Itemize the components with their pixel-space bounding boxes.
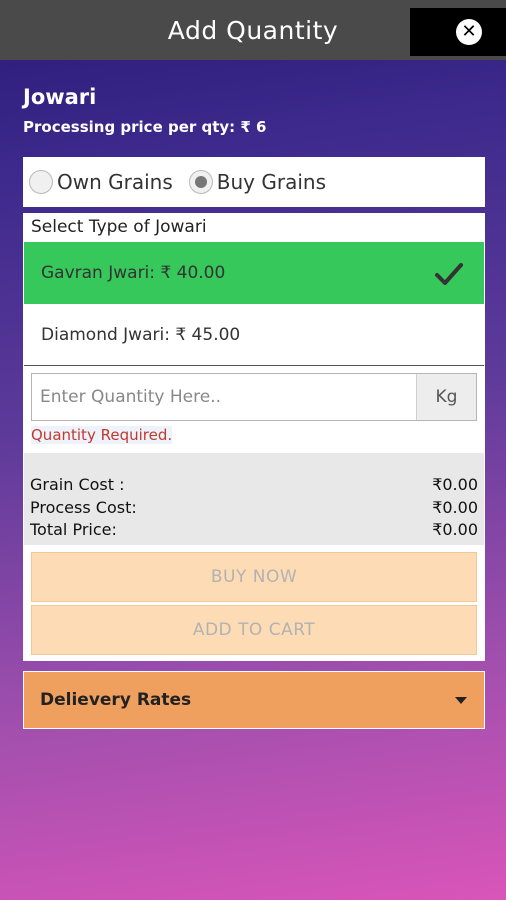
process-cost-label: Process Cost:: [30, 498, 137, 517]
delivery-rates-label: Delievery Rates: [40, 690, 192, 710]
delivery-rates-dropdown[interactable]: Delievery Rates: [23, 671, 485, 729]
grain-cost-value: ₹0.00: [432, 475, 478, 494]
radio-selected-icon[interactable]: [188, 170, 213, 194]
total-price-label: Total Price:: [30, 520, 117, 539]
total-price-row: Total Price: ₹0.00: [30, 520, 478, 539]
checkmark-icon: [435, 263, 463, 285]
grain-cost-row: Grain Cost : ₹0.00: [30, 475, 478, 494]
total-price-value: ₹0.00: [432, 520, 478, 539]
grain-cost-label: Grain Cost :: [30, 475, 125, 494]
option-gavran-jwari-label: Gavran Jwari: ₹ 40.00: [41, 263, 226, 283]
unit-label: Kg: [416, 374, 476, 420]
radio-buy-grains[interactable]: Buy Grains: [188, 170, 326, 194]
quantity-input[interactable]: [32, 374, 416, 420]
add-to-cart-button[interactable]: ADD TO CART: [31, 605, 477, 655]
option-gavran-jwari[interactable]: Gavran Jwari: ₹ 40.00: [24, 242, 484, 304]
radio-unselected-icon[interactable]: [29, 170, 53, 194]
caret-down-icon: [455, 697, 467, 704]
purchase-panel: Select Type of Jowari Gavran Jwari: ₹ 40…: [23, 213, 485, 661]
buy-now-button[interactable]: BUY NOW: [31, 552, 477, 602]
cost-summary: Grain Cost : ₹0.00 Process Cost: ₹0.00 T…: [24, 453, 484, 545]
product-name: Jowari: [23, 85, 97, 109]
close-button[interactable]: ✕: [410, 8, 506, 56]
processing-price: Processing price per qty: ₹ 6: [23, 118, 267, 136]
radio-buy-grains-label: Buy Grains: [216, 170, 326, 194]
option-diamond-jwari[interactable]: Diamond Jwari: ₹ 45.00: [24, 304, 484, 366]
option-diamond-jwari-label: Diamond Jwari: ₹ 45.00: [41, 324, 241, 345]
page-title: Add Quantity: [167, 15, 339, 45]
quantity-error: Quantity Required.: [31, 426, 173, 444]
process-cost-row: Process Cost: ₹0.00: [30, 498, 478, 517]
grain-source-options: Own Grains Buy Grains: [23, 157, 485, 207]
select-type-label: Select Type of Jowari: [31, 217, 207, 237]
app-header: Add Quantity ✕: [0, 0, 506, 60]
close-icon[interactable]: ✕: [456, 19, 482, 45]
radio-own-grains[interactable]: Own Grains: [29, 170, 173, 194]
radio-own-grains-label: Own Grains: [57, 170, 173, 194]
quantity-field-group: Kg: [31, 373, 477, 421]
process-cost-value: ₹0.00: [432, 498, 478, 517]
